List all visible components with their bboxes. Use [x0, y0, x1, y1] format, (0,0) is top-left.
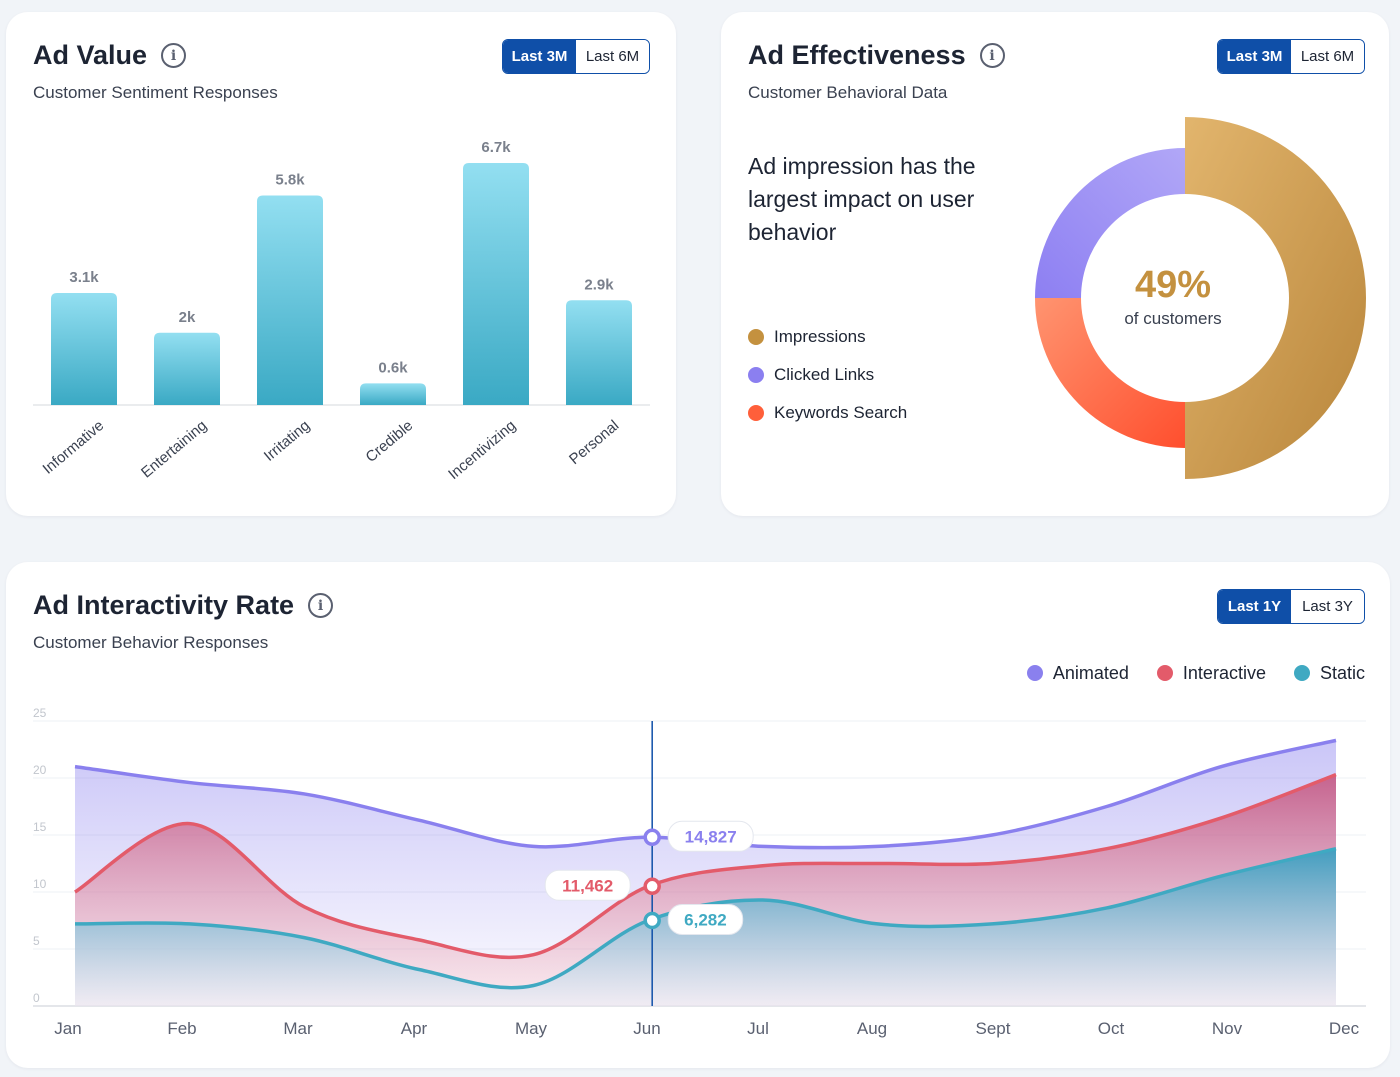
bar-irritating	[257, 195, 323, 405]
x-tick-label: Jan	[54, 1019, 81, 1038]
ad-effectiveness-card: Ad Effectiveness i Customer Behavioral D…	[721, 12, 1389, 516]
x-tick-label: Informative	[39, 417, 107, 478]
x-tick-label: Sept	[976, 1019, 1011, 1038]
bar-entertaining	[154, 332, 220, 405]
highlight-point-interactive	[643, 877, 661, 896]
x-tick-label: Entertaining	[138, 417, 210, 481]
x-tick-label: Dec	[1329, 1019, 1360, 1038]
bar-credible	[360, 383, 426, 405]
ad-value-bar-chart: 3.1k Informative 2k Entertaining 5.8k Irritat…	[33, 139, 650, 483]
y-tick-label: 25	[33, 706, 47, 720]
y-tick-label: 0	[33, 991, 40, 1005]
x-tick-label: Jun	[633, 1019, 660, 1038]
highlight-value-label: 11,462	[562, 876, 613, 895]
y-tick-label: 10	[33, 877, 47, 891]
x-tick-label: May	[515, 1019, 548, 1038]
highlight-point-animated	[643, 828, 661, 847]
ad-interactivity-area-chart: 0 5 10 15 20 25 Jan Feb Mar Apr May Jun Jul Aug Sept Oc…	[33, 706, 1366, 1038]
bar-value-label: 2k	[179, 309, 196, 326]
bar-incentivizing	[463, 163, 529, 405]
bar-value-label: 0.6k	[378, 359, 408, 376]
ad-value-card: Ad Value i Customer Sentiment Responses …	[6, 12, 676, 516]
bar-value-label: 2.9k	[584, 276, 614, 293]
highlight-point-static	[643, 911, 661, 930]
ad-interactivity-card: Ad Interactivity Rate i Customer Behavio…	[6, 562, 1390, 1068]
x-tick-label: Oct	[1098, 1019, 1125, 1038]
bar-personal	[566, 300, 632, 405]
y-tick-label: 15	[33, 820, 47, 834]
x-tick-label: Credible	[363, 417, 417, 466]
highlight-value-label: 14,827	[685, 827, 737, 846]
x-tick-label: Jul	[747, 1019, 769, 1038]
y-tick-label: 5	[33, 934, 40, 948]
bar-informative	[51, 293, 117, 405]
bar-value-label: 6.7k	[481, 139, 511, 156]
x-tick-label: Personal	[566, 417, 622, 468]
x-tick-label: Nov	[1212, 1019, 1243, 1038]
x-tick-label: Feb	[167, 1019, 196, 1038]
highlight-value-label: 6,282	[684, 911, 727, 930]
donut-center-value: 49%	[1134, 264, 1212, 306]
x-tick-label: Irritating	[261, 417, 313, 465]
y-tick-label: 20	[33, 763, 47, 777]
donut-center-label: of customers	[1124, 309, 1222, 328]
ad-effectiveness-donut-chart	[1035, 117, 1366, 479]
x-tick-label: Mar	[283, 1019, 313, 1038]
bar-value-label: 3.1k	[69, 269, 99, 286]
x-tick-label: Apr	[401, 1019, 428, 1038]
bar-value-label: 5.8k	[275, 172, 305, 189]
donut-center: 49% of customers	[1073, 264, 1273, 329]
x-tick-label: Aug	[857, 1019, 887, 1038]
x-tick-label: Incentivizing	[445, 417, 519, 483]
